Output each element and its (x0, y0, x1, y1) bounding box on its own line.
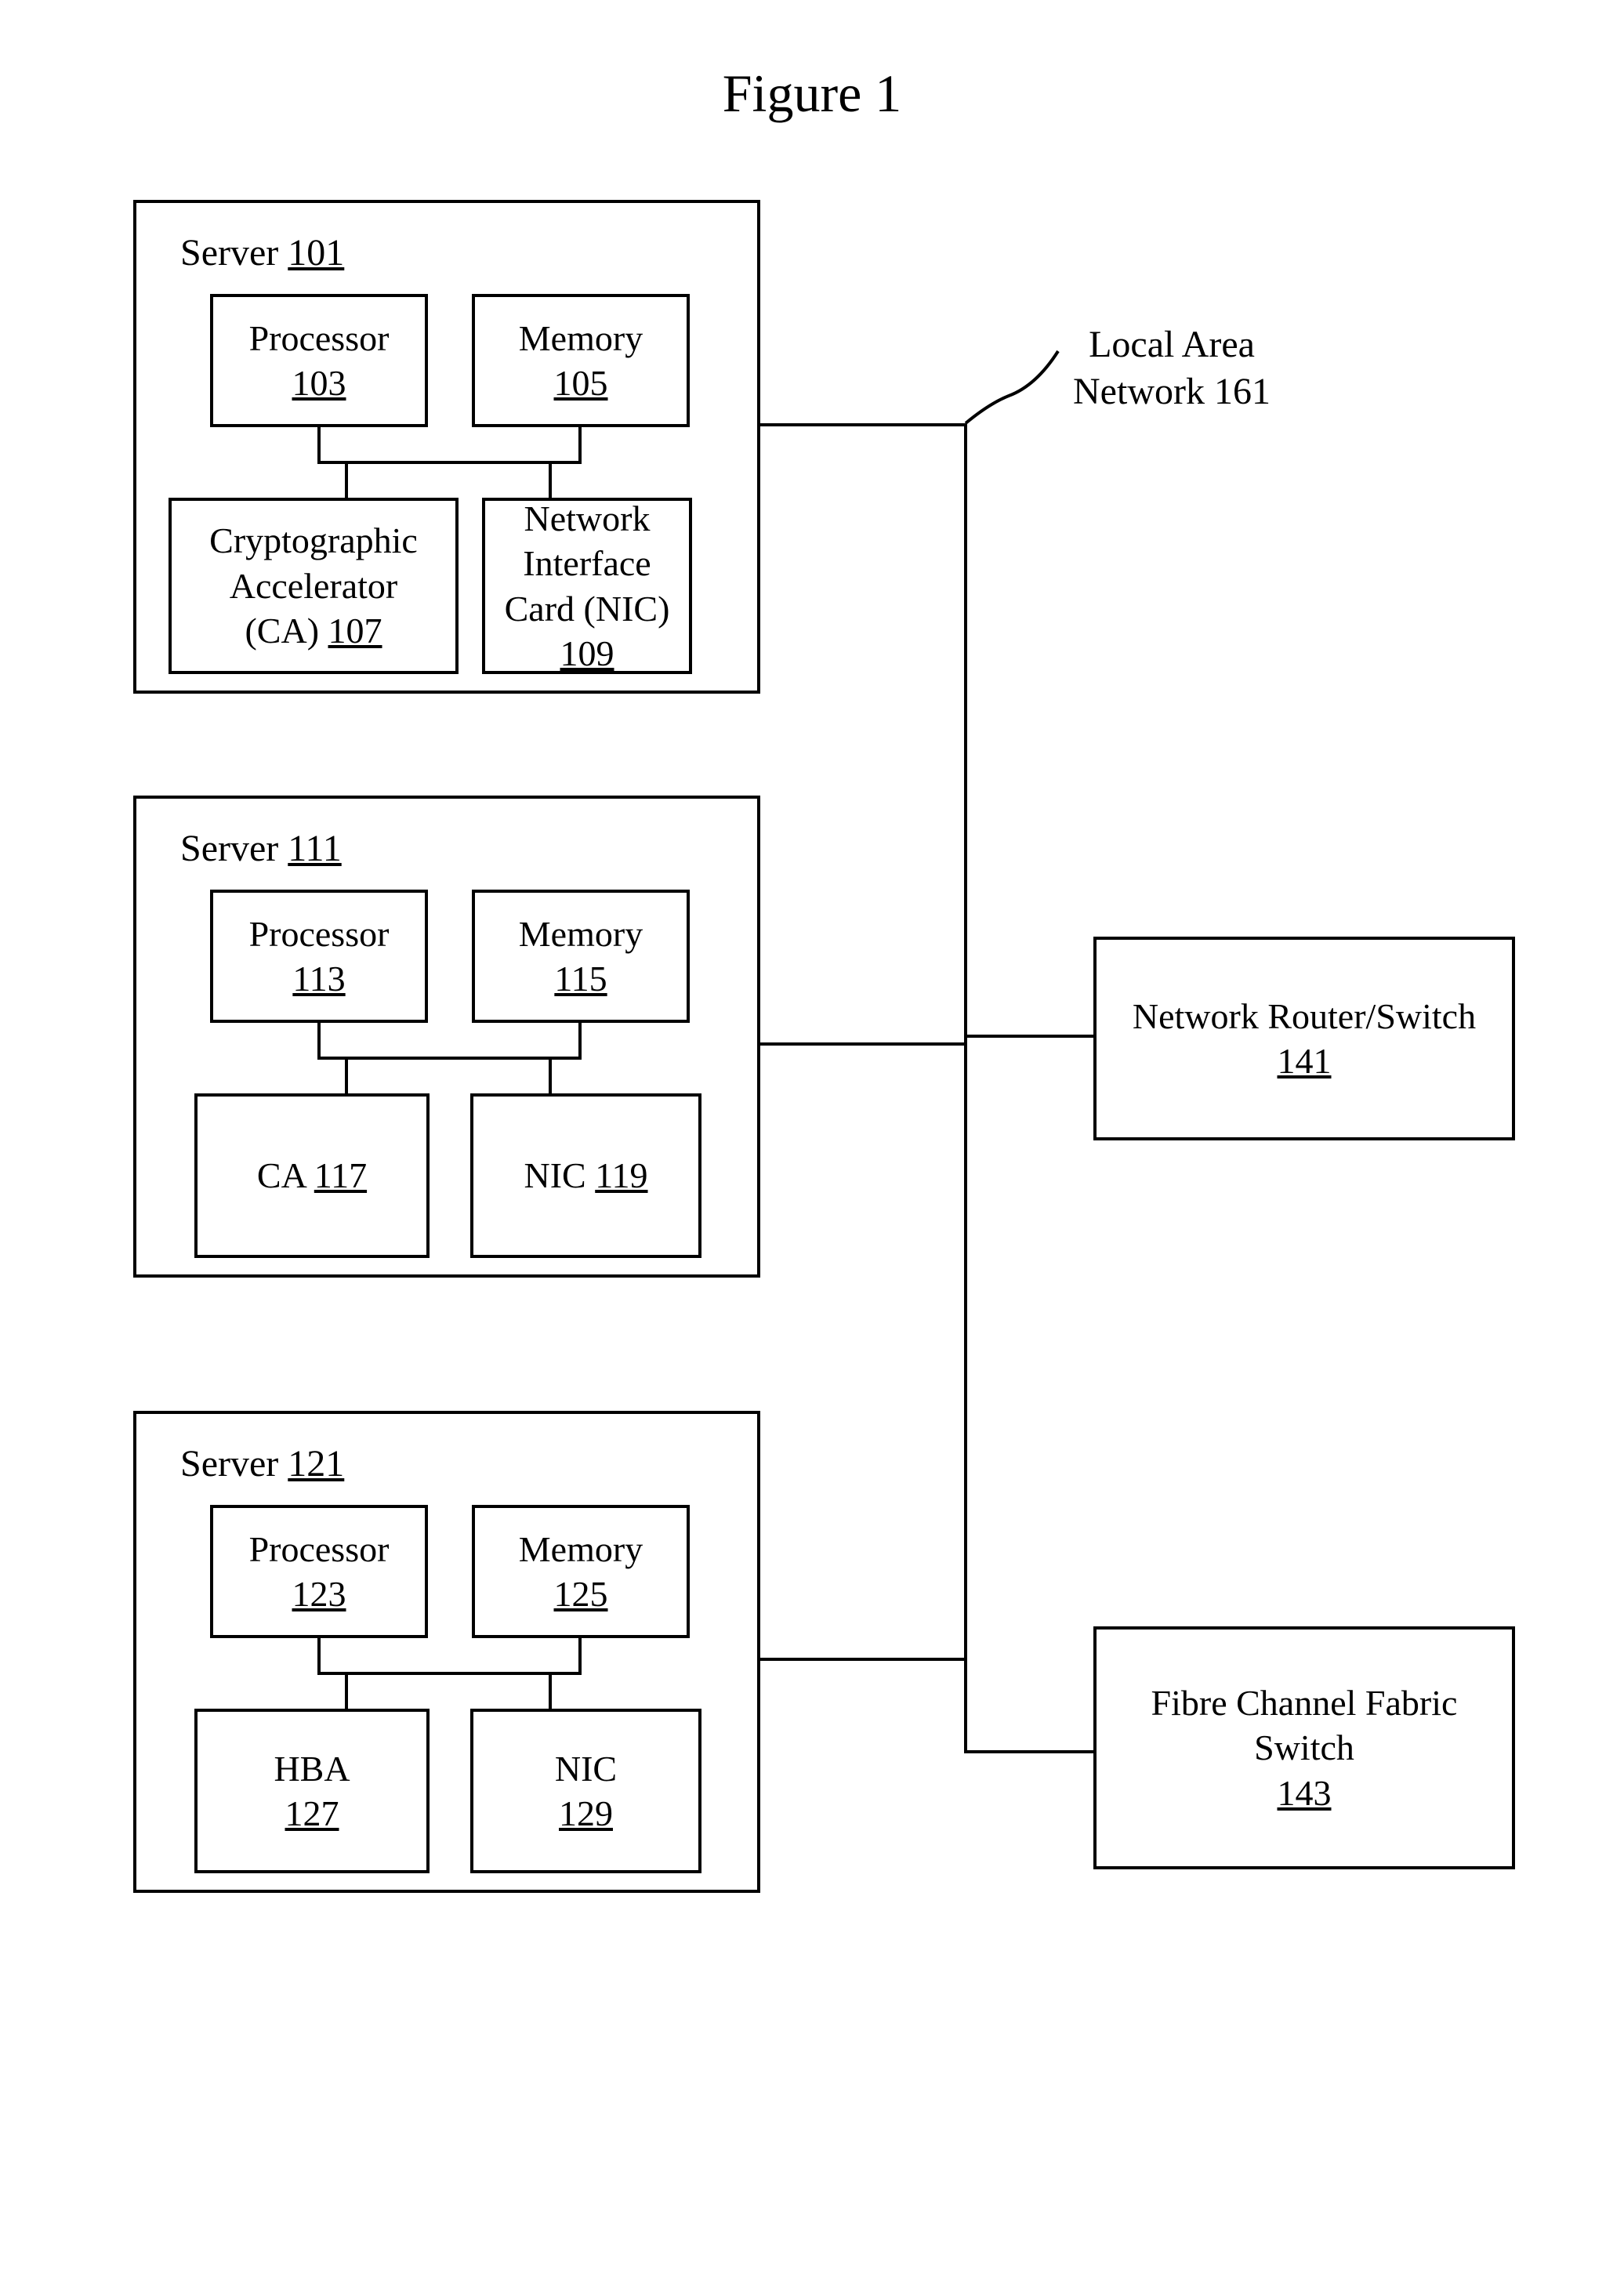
server-3-bus-nic-v (549, 1672, 552, 1709)
server-3-nic-ref: 129 (559, 1791, 613, 1836)
server-2-nic-l1: NIC (524, 1155, 595, 1195)
server-3-processor-name: Processor (249, 1527, 390, 1572)
server-3-bus-mem-v (578, 1638, 582, 1673)
server-3-memory-name: Memory (519, 1527, 643, 1572)
fcswitch-ref: 143 (1278, 1771, 1332, 1816)
server-2-memory-name: Memory (519, 912, 643, 957)
router-ref: 141 (1278, 1039, 1332, 1084)
lan-backbone-v (964, 423, 967, 1753)
lan-stub-server2 (760, 1042, 967, 1046)
server-3-label: Server 121 (180, 1442, 344, 1485)
server-2-prefix: Server (180, 828, 288, 869)
server-3-processor-ref: 123 (292, 1572, 346, 1617)
server-1-label: Server 101 (180, 231, 344, 274)
server-3-bus-hba-v (345, 1672, 348, 1709)
lan-stub-router (964, 1035, 1093, 1038)
router-l1: Network Router/Switch (1133, 994, 1476, 1039)
lan-label: Local Area Network 161 (1050, 321, 1293, 415)
server-2-bus-h (317, 1057, 582, 1060)
lan-label-l1: Local Area (1050, 321, 1293, 368)
lan-stub-server1 (760, 423, 967, 426)
server-1-nic-l1: Network (524, 496, 651, 542)
server-1-ca-l3: (CA) (245, 611, 328, 651)
server-1-nic-ref: 109 (560, 631, 614, 676)
server-1-processor: Processor 103 (210, 294, 428, 427)
server-2-processor-name: Processor (249, 912, 390, 957)
server-3-hba-ref: 127 (285, 1791, 339, 1836)
server-1-processor-ref: 103 (292, 361, 346, 406)
server-2-bus-ca-v (345, 1057, 348, 1093)
lan-stub-server3 (760, 1658, 967, 1661)
server-1-nic-l3: Card (NIC) (505, 586, 670, 632)
server-2-ca: CA 117 (194, 1093, 430, 1258)
server-3-memory-ref: 125 (554, 1572, 608, 1617)
server-3-memory: Memory 125 (472, 1505, 690, 1638)
server-1-ca-ref: 107 (328, 611, 382, 651)
server-1-bus-nic-v (549, 461, 552, 498)
server-3-hba: HBA 127 (194, 1709, 430, 1873)
server-1-ca-l2: Accelerator (230, 564, 398, 609)
server-1-ref: 101 (288, 232, 344, 274)
figure-title: Figure 1 (723, 63, 902, 125)
server-3-nic-l1: NIC (555, 1746, 617, 1792)
server-3-bus-proc-v (317, 1638, 321, 1673)
server-1-nic-l2: Interface (523, 541, 651, 586)
server-3-hba-l1: HBA (274, 1746, 350, 1792)
server-3-bus-h (317, 1672, 582, 1675)
server-2-memory: Memory 115 (472, 890, 690, 1023)
server-1-bus-proc-v (317, 427, 321, 462)
server-1-prefix: Server (180, 232, 288, 274)
server-2-ca-l1: CA (257, 1155, 314, 1195)
server-3-ref: 121 (288, 1443, 344, 1485)
server-1-memory-ref: 105 (554, 361, 608, 406)
server-1-bus-h (317, 461, 582, 464)
fcswitch-l1: Fibre Channel Fabric (1151, 1680, 1458, 1726)
server-3-processor: Processor 123 (210, 1505, 428, 1638)
network-router-switch: Network Router/Switch 141 (1093, 937, 1515, 1140)
server-2-bus-proc-v (317, 1023, 321, 1058)
lan-label-l2: Network 161 (1050, 368, 1293, 415)
server-2-bus-mem-v (578, 1023, 582, 1058)
server-3-nic: NIC 129 (470, 1709, 701, 1873)
server-2-ref: 111 (288, 828, 341, 869)
fcswitch-l2: Switch (1254, 1725, 1354, 1771)
server-1-memory-name: Memory (519, 316, 643, 361)
server-2-memory-ref: 115 (554, 956, 607, 1002)
server-1-ca: Cryptographic Accelerator (CA) 107 (169, 498, 459, 674)
lan-stub-fcswitch (964, 1750, 1093, 1753)
server-2-bus-nic-v (549, 1057, 552, 1093)
server-2-nic: NIC 119 (470, 1093, 701, 1258)
server-2-processor-ref: 113 (292, 956, 345, 1002)
server-1-processor-name: Processor (249, 316, 390, 361)
server-2-ca-ref: 117 (314, 1155, 367, 1195)
server-1-nic: Network Interface Card (NIC) 109 (482, 498, 692, 674)
server-2-nic-ref: 119 (595, 1155, 647, 1195)
server-1-bus-mem-v (578, 427, 582, 462)
server-2-processor: Processor 113 (210, 890, 428, 1023)
server-1-memory: Memory 105 (472, 294, 690, 427)
server-2-label: Server 111 (180, 827, 342, 870)
server-1-bus-ca-v (345, 461, 348, 498)
fibre-channel-fabric-switch: Fibre Channel Fabric Switch 143 (1093, 1626, 1515, 1869)
server-1-ca-l1: Cryptographic (209, 518, 418, 564)
server-3-prefix: Server (180, 1443, 288, 1485)
